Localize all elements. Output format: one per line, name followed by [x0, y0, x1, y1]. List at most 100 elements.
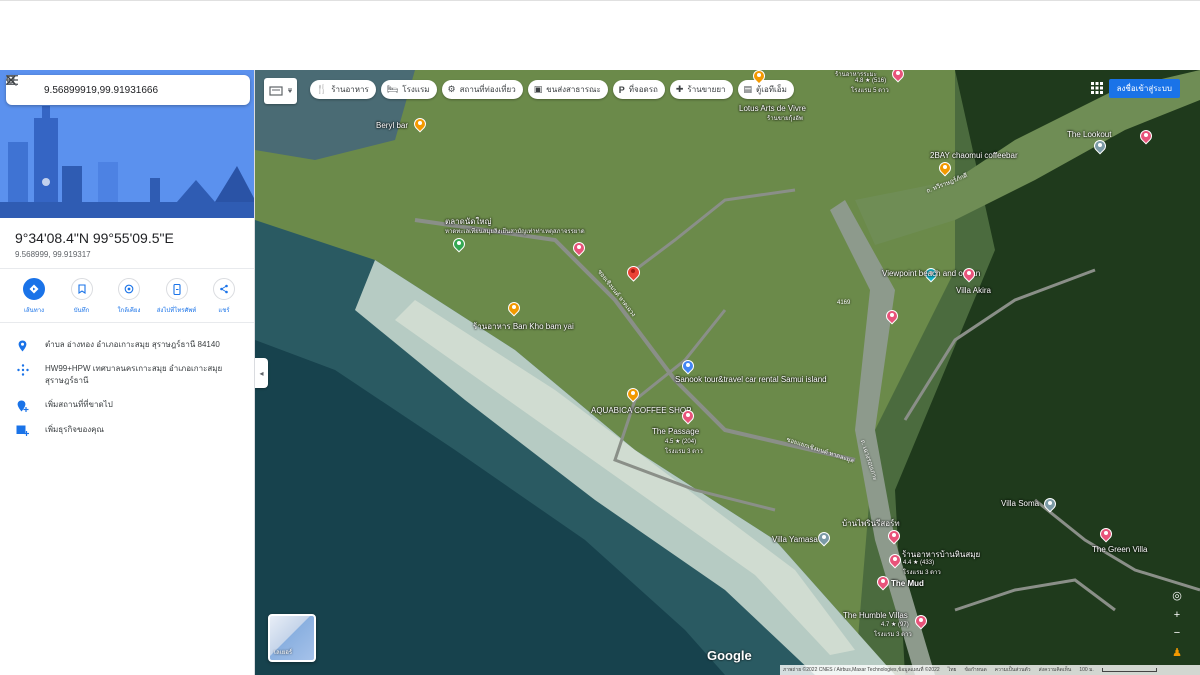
place-pin-market[interactable]: [450, 235, 468, 254]
google-logo: Google: [707, 648, 752, 663]
terms-link[interactable]: ข้อกำหนด: [964, 666, 986, 674]
place-pin-passage[interactable]: [679, 407, 697, 426]
label-passage: The Passage: [652, 427, 700, 436]
label-passage-sub: โรงแรม 3 ดาว: [665, 449, 703, 455]
map-canvas[interactable]: 🍴 ร้านอาหาร 🛏 โรงแรม ⚙ สถานที่ท่องเที่ยว ▣ ข…: [255, 70, 1200, 675]
dropped-pin[interactable]: [624, 263, 643, 282]
label-villa-soma: Villa Soma: [1001, 499, 1040, 508]
place-pin-villa-soma[interactable]: [1041, 495, 1059, 514]
search-input[interactable]: [38, 84, 190, 96]
label-lotus-sub: ร้านขายกุ้งอัพ: [767, 116, 803, 122]
scale-label[interactable]: 100 ม.: [1079, 666, 1093, 674]
directions-label: เส้นทาง: [23, 308, 45, 314]
add-business-row[interactable]: เพิ่มธุรกิจของคุณ: [0, 424, 254, 436]
chip-atms[interactable]: ▤ ตู้เอทีเอ็ม: [737, 80, 794, 99]
place-pin-humble[interactable]: [912, 612, 930, 631]
label-humble-sub: โรงแรม 3 ดาว: [874, 632, 912, 638]
place-pin-ban-kho[interactable]: [505, 299, 523, 318]
coordinates-dms: 9°34'08.4"N 99°55'09.5"E: [15, 230, 174, 246]
sign-in-button[interactable]: ลงชื่อเข้าสู่ระบบ: [1108, 79, 1180, 98]
location-pin-icon: [0, 339, 45, 352]
apps-grid-icon[interactable]: [1090, 81, 1104, 95]
label-the-mud: The Mud: [891, 579, 924, 588]
place-pin-the-mud[interactable]: [874, 573, 892, 592]
region-link[interactable]: ไทย: [948, 666, 957, 674]
label-beryl-bar: Beryl bar: [376, 121, 409, 130]
share-icon: [213, 278, 235, 300]
place-pin-green-villa[interactable]: [1097, 525, 1115, 544]
directions-button[interactable]: เส้นทาง: [14, 278, 54, 315]
parking-icon: P: [618, 84, 625, 95]
address-text: ตำบล อ่างทอง อำเภอเกาะสมุย สุราษฎร์ธานี …: [45, 340, 220, 349]
plus-code-row[interactable]: HW99+HPW เทศบาลนครเกาะสมุย อำเภอเกาะสมุย…: [0, 363, 254, 387]
divider: [0, 268, 254, 269]
directions-icon: [23, 278, 45, 300]
category-chips: 🍴 ร้านอาหาร 🛏 โรงแรม ⚙ สถานที่ท่องเที่ยว ▣ ข…: [310, 80, 794, 99]
collapse-panel-button[interactable]: ◂: [255, 358, 268, 388]
label-market-sub: หาดทะเลเทียนสมุยลิงเยีนสามัญเท่าท่าเหตุส…: [445, 229, 585, 235]
send-to-phone-button[interactable]: ส่งไปที่โทรศัพท์: [157, 278, 197, 315]
label-chaomui: 2BAY chaomui coffeebar: [930, 151, 1018, 160]
place-pin-villa-yamasa[interactable]: [815, 529, 833, 548]
privacy-link[interactable]: ความเป็นส่วนตัว: [995, 666, 1031, 674]
zoom-out-button[interactable]: −: [1168, 625, 1186, 641]
add-place-row[interactable]: เพิ่มสถานที่ที่ขาดไป: [0, 399, 254, 412]
label-humble: The Humble Villas: [843, 611, 908, 620]
place-pin-generic[interactable]: [1091, 137, 1109, 156]
layer-label: เลเยอร์: [274, 650, 293, 656]
chevron-left-icon: ◂: [259, 368, 264, 378]
label-passage-rating: 4.5 ★ (204): [665, 439, 697, 445]
label-ban-kho: ร้านอาหาร Ban Kho bam yai: [473, 322, 574, 331]
add-location-icon: [0, 399, 45, 412]
place-pin-beryl-bar[interactable]: [411, 115, 429, 134]
label-green-villa: The Green Villa: [1092, 545, 1148, 554]
hotel-icon: 🛏: [386, 84, 399, 94]
satellite-imagery: [255, 70, 1200, 675]
place-pin-aquabica[interactable]: [624, 385, 642, 404]
label-humble-rating: 4.7 ★ (97): [881, 622, 909, 628]
place-pin-top-hotel[interactable]: [889, 70, 907, 84]
my-location-icon[interactable]: ◎: [1168, 587, 1186, 603]
scale-bar: [1101, 668, 1157, 672]
pharmacy-icon: ✚: [675, 84, 684, 94]
place-pin-villa-akira[interactable]: [960, 265, 978, 284]
feedback-link[interactable]: ส่งความคิดเห็น: [1039, 666, 1072, 674]
transit-icon: ▣: [533, 84, 543, 94]
save-button[interactable]: บันทึก: [62, 278, 102, 315]
place-pin-hotel-2[interactable]: [883, 307, 901, 326]
nearby-button[interactable]: ใกล้เคียง: [109, 278, 149, 315]
address-row[interactable]: ตำบล อ่างทอง อำเภอเกาะสมุย สุราษฎร์ธานี …: [0, 339, 254, 352]
place-pin-lookout[interactable]: [1137, 127, 1155, 146]
chip-pharmacies[interactable]: ✚ ร้านขายยา: [669, 80, 733, 99]
pegman-icon[interactable]: ♟: [1168, 644, 1186, 660]
close-icon[interactable]: [6, 75, 250, 105]
chip-parking[interactable]: P ที่จอดรถ: [612, 80, 665, 99]
search-icon[interactable]: [6, 75, 220, 105]
chip-hotels[interactable]: 🛏 โรงแรม: [380, 80, 437, 99]
place-pin-lotus[interactable]: [750, 70, 768, 86]
place-pin-sanook[interactable]: [679, 357, 697, 376]
place-pin-baan-hin[interactable]: [886, 551, 904, 570]
satellite-layer-thumbnail[interactable]: เลเยอร์: [268, 614, 316, 662]
map-footer: ภาพถ่าย ©2022 CNES / Airbus,Maxar Techno…: [780, 665, 1200, 675]
label-villa-yamasa: Villa Yamasa: [772, 535, 818, 544]
plus-code-text: HW99+HPW เทศบาลนครเกาะสมุย อำเภอเกาะสมุย…: [45, 364, 223, 385]
divider: [0, 322, 254, 323]
place-pin-baan-prin[interactable]: [885, 527, 903, 546]
share-button[interactable]: แชร์: [204, 278, 244, 315]
chip-transit[interactable]: ▣ ขนส่งสาธารณะ: [527, 80, 608, 99]
zoom-in-button[interactable]: +: [1168, 607, 1186, 623]
place-pin-pink[interactable]: [570, 239, 588, 258]
layer-switch-button[interactable]: [264, 78, 297, 104]
label-aquabica: AQUABICA COFFEE SHOP: [591, 406, 692, 415]
chip-label: ร้านขายยา: [687, 85, 726, 94]
send-to-phone-label: ส่งไปที่โทรศัพท์: [156, 308, 197, 314]
label-baan-hin-rating: 4.4 ★ (433): [903, 560, 935, 566]
label-lookout: The Lookout: [1067, 130, 1112, 139]
label-top-rating: 4.8 ★ (516): [855, 78, 887, 84]
restaurant-icon: 🍴: [316, 84, 328, 94]
chip-restaurants[interactable]: 🍴 ร้านอาหาร: [310, 80, 376, 99]
place-panel: 9°34'08.4"N 99°55'09.5"E 9.568999, 99.91…: [0, 70, 255, 675]
chip-attractions[interactable]: ⚙ สถานที่ท่องเที่ยว: [441, 80, 523, 99]
chip-label: ร้านอาหาร: [331, 85, 369, 94]
